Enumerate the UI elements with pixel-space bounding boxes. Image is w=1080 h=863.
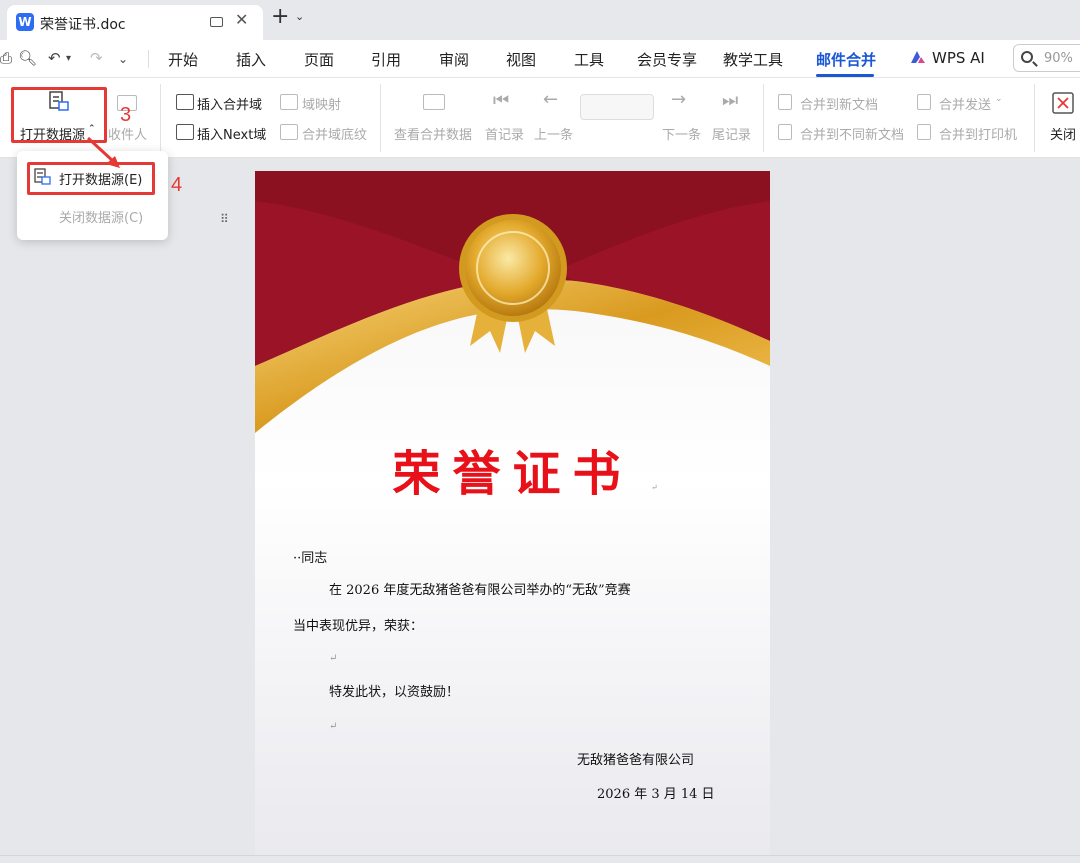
- field-mapping-icon: [280, 94, 298, 110]
- quick-access-more-icon[interactable]: ⌄: [118, 52, 128, 66]
- insert-next-field-button[interactable]: 插入Next域: [197, 124, 266, 143]
- last-record-button: 尾记录: [712, 128, 752, 143]
- tab-teaching-tools[interactable]: 教学工具: [723, 49, 783, 70]
- close-merge-button[interactable]: 关闭: [1050, 124, 1076, 143]
- close-merge-icon: [1052, 92, 1074, 114]
- merge-diff-docs-icon: [778, 124, 792, 140]
- zoom-box[interactable]: 90%: [1013, 44, 1080, 72]
- date-text: 2026 年 3 月 14 日: [597, 787, 715, 802]
- undo-dropdown-icon[interactable]: ▾: [66, 53, 71, 64]
- undo-icon[interactable]: ↶: [48, 49, 61, 67]
- search-icon: [1021, 51, 1033, 63]
- last-record-icon: ⏭: [722, 90, 739, 111]
- tab-references[interactable]: 引用: [371, 49, 401, 70]
- wps-ai-icon: [911, 51, 925, 63]
- chevron-down-icon[interactable]: ⌄: [295, 10, 304, 23]
- tab-insert[interactable]: 插入: [236, 49, 266, 70]
- paragraph-mark: ↵: [329, 653, 338, 664]
- certificate-banner-decoration: [255, 171, 770, 433]
- merge-send-dropdown-icon: ⌄: [995, 94, 1003, 104]
- record-number-input: [580, 94, 654, 120]
- tab-mail-merge[interactable]: 邮件合并: [816, 49, 876, 70]
- divider: [763, 84, 764, 152]
- document-tab-title: 荣誉证书.doc: [40, 17, 126, 33]
- body-line-1: 在 2026 年度无敌猪爸爸有限公司举办的“无敌”竞赛: [329, 583, 631, 598]
- paragraph-mark: ↵: [651, 483, 658, 492]
- document-tab[interactable]: W 荣誉证书.doc ✕: [7, 5, 263, 40]
- redo-icon: ↷: [90, 49, 103, 67]
- insert-next-field-icon: [176, 124, 194, 140]
- certificate-page[interactable]: 荣誉证书 ↵ ··同志 在 2026 年度无敌猪爸爸有限公司举办的“无敌”竞赛 …: [255, 171, 770, 863]
- drag-handle-icon[interactable]: ⠿: [220, 213, 232, 234]
- active-tab-indicator: [816, 74, 874, 77]
- paragraph-mark: ↵: [329, 721, 338, 732]
- tab-home[interactable]: 开始: [168, 49, 198, 70]
- signature-text: 无敌猪爸爸有限公司: [577, 753, 695, 768]
- close-tab-icon[interactable]: ✕: [235, 10, 248, 29]
- body-line-3: 特发此状，以资鼓励！: [329, 685, 460, 700]
- merge-printer-button: 合并到打印机: [939, 128, 1018, 143]
- tab-view[interactable]: 视图: [506, 49, 536, 70]
- certificate-title: 荣誉证书: [392, 446, 633, 502]
- body-line-2: 当中表现优异，荣获：: [293, 619, 424, 634]
- field-mapping-button: 域映射: [302, 98, 342, 113]
- title-bar: W 荣誉证书.doc ✕ + ⌄: [0, 0, 1080, 40]
- divider: [380, 84, 381, 152]
- divider: [1034, 84, 1035, 152]
- prev-arrow-icon: ←: [543, 89, 559, 110]
- merge-send-button: 合并发送: [939, 98, 992, 113]
- field-shading-icon: [280, 124, 298, 140]
- tab-tools[interactable]: 工具: [574, 49, 604, 70]
- next-record-button: 下一条: [662, 128, 702, 143]
- print-preview-icon[interactable]: ⎙: [0, 49, 12, 67]
- tab-member[interactable]: 会员专享: [637, 49, 697, 70]
- annotation-arrow: [86, 136, 120, 168]
- view-merged-data-icon: [423, 94, 445, 110]
- next-arrow-icon: →: [671, 89, 687, 110]
- monitor-icon[interactable]: [210, 17, 223, 27]
- step-4-label: 4: [171, 174, 183, 196]
- zoom-value: 90%: [1044, 51, 1073, 66]
- merge-send-icon: [917, 94, 931, 110]
- insert-merge-field-button[interactable]: 插入合并域: [197, 94, 262, 113]
- insert-merge-field-icon: [176, 94, 194, 110]
- divider: [160, 84, 161, 152]
- first-record-icon: ⏮: [493, 90, 510, 111]
- wps-writer-icon: W: [16, 13, 34, 31]
- merge-printer-icon: [917, 124, 931, 140]
- view-merged-data-button: 查看合并数据: [394, 128, 473, 143]
- divider: [148, 50, 149, 68]
- step-3-label: 3: [120, 104, 132, 126]
- salutation-text: ··同志: [293, 551, 328, 566]
- tab-wps-ai[interactable]: WPS AI: [932, 49, 985, 67]
- merge-diff-docs-button: 合并到不同新文档: [800, 128, 905, 143]
- search-doc-icon[interactable]: 🔍︎: [18, 49, 37, 67]
- menu-bar: ⎙ 🔍︎ ↶ ▾ ↷ ⌄ 开始 插入 页面 引用 审阅 视图 工具 会员专享 教…: [0, 40, 1080, 78]
- first-record-button: 首记录: [485, 128, 525, 143]
- merge-new-doc-button: 合并到新文档: [800, 98, 879, 113]
- ribbon-toolbar: 打开数据源 ⌃ 收件人 插入合并域 域映射 插入Next域 合并域底纹 查看合并…: [0, 78, 1080, 158]
- menu-item-close-datasource: 关闭数据源(C): [59, 211, 144, 226]
- tab-page[interactable]: 页面: [304, 49, 334, 70]
- plus-icon[interactable]: +: [271, 5, 289, 29]
- tab-review[interactable]: 审阅: [439, 49, 469, 70]
- status-bar: [0, 855, 1080, 863]
- merge-new-doc-icon: [778, 94, 792, 110]
- field-shading-button: 合并域底纹: [302, 128, 368, 143]
- prev-record-button: 上一条: [534, 128, 574, 143]
